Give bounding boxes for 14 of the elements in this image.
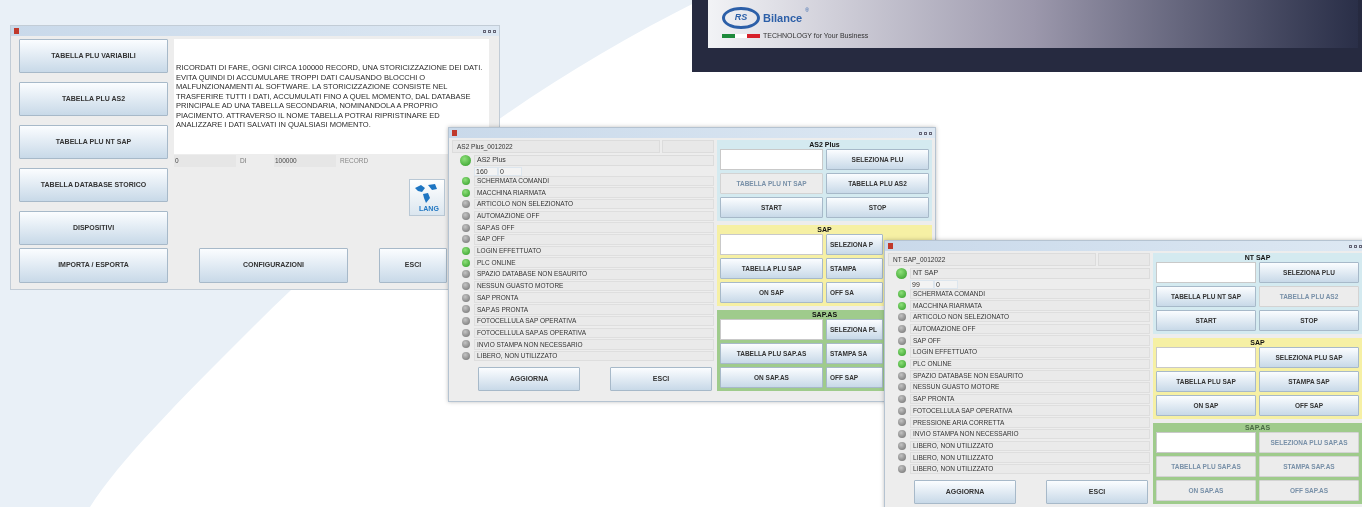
app-icon [888,243,893,249]
app-icon [452,130,457,136]
window-controls-icon[interactable] [1349,244,1362,248]
window-controls-icon[interactable] [919,131,932,135]
input-field[interactable] [720,234,823,255]
flag-stripe-icon [722,34,760,38]
input-field[interactable] [720,149,823,170]
app-icon [14,28,19,34]
input-field[interactable] [1156,347,1256,368]
input-field[interactable] [720,319,823,340]
window-controls-icon[interactable] [483,29,496,33]
input-field[interactable] [1156,262,1256,283]
logo-letters: RS [734,13,748,23]
brand-name: Bilance [763,10,803,26]
